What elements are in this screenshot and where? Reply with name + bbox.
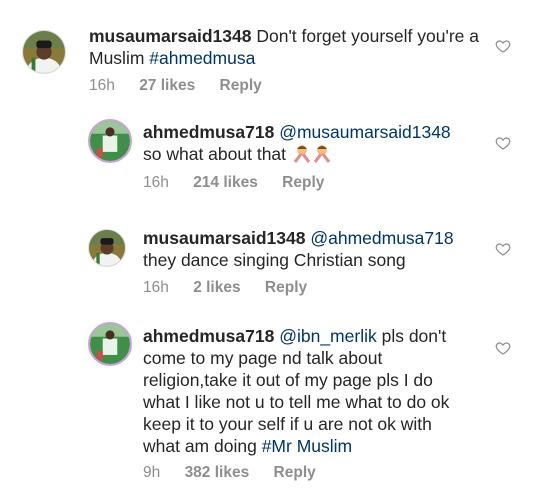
timestamp: 16h [143, 279, 169, 296]
mention-link[interactable]: @musaumarsaid1348 [279, 122, 450, 142]
timestamp: 16h [143, 174, 169, 191]
comment-text: musaumarsaid1348 @ahmedmusa718 they danc… [143, 227, 488, 271]
username[interactable]: musaumarsaid1348 [89, 26, 251, 46]
timestamp: 9h [143, 464, 161, 481]
likes-count[interactable]: 27 likes [139, 77, 195, 94]
man-gesturing-no-emoji [293, 143, 311, 163]
heart-outline-icon[interactable] [495, 241, 511, 257]
avatar-man-cap-icon[interactable] [88, 229, 126, 267]
likes-count[interactable]: 382 likes [185, 464, 250, 481]
comment-meta: 16h 27 likes Reply [89, 77, 282, 95]
avatar-player-icon[interactable] [88, 322, 132, 366]
avatar-player-icon[interactable] [88, 119, 132, 163]
comment-meta: 16h 214 likes Reply [143, 174, 344, 192]
hashtag-link[interactable]: #ahmedmusa [149, 48, 255, 68]
comment-meta: 9h 382 likes Reply [143, 464, 336, 482]
heart-outline-icon[interactable] [495, 340, 511, 356]
comment-text: musaumarsaid1348 Don't forget yourself y… [89, 25, 494, 69]
comment-body: so what about that [143, 144, 287, 164]
reply-button[interactable]: Reply [274, 464, 316, 481]
likes-count[interactable]: 2 likes [193, 279, 240, 296]
heart-outline-icon[interactable] [495, 135, 511, 151]
avatar-man-cap-icon[interactable] [22, 30, 66, 74]
username[interactable]: ahmedmusa718 [143, 122, 274, 142]
timestamp: 16h [89, 77, 115, 94]
comment-text: ahmedmusa718 @ibn_merlik pls don't come … [143, 325, 473, 457]
hashtag-link[interactable]: #Mr Muslim [262, 436, 352, 456]
reply-button[interactable]: Reply [265, 279, 307, 296]
mention-link[interactable]: @ibn_merlik [279, 326, 377, 346]
reply-button[interactable]: Reply [282, 174, 324, 191]
mention-link[interactable]: @ahmedmusa718 [310, 228, 453, 248]
heart-outline-icon[interactable] [495, 38, 511, 54]
username[interactable]: ahmedmusa718 [143, 326, 274, 346]
likes-count[interactable]: 214 likes [193, 174, 258, 191]
man-gesturing-no-emoji [313, 143, 331, 163]
comment-text: ahmedmusa718 @musaumarsaid1348 so what a… [143, 121, 488, 165]
reply-button[interactable]: Reply [220, 77, 262, 94]
username[interactable]: musaumarsaid1348 [143, 228, 305, 248]
comment-body: they dance singing Christian song [143, 250, 406, 270]
comment-meta: 16h 2 likes Reply [143, 279, 327, 297]
